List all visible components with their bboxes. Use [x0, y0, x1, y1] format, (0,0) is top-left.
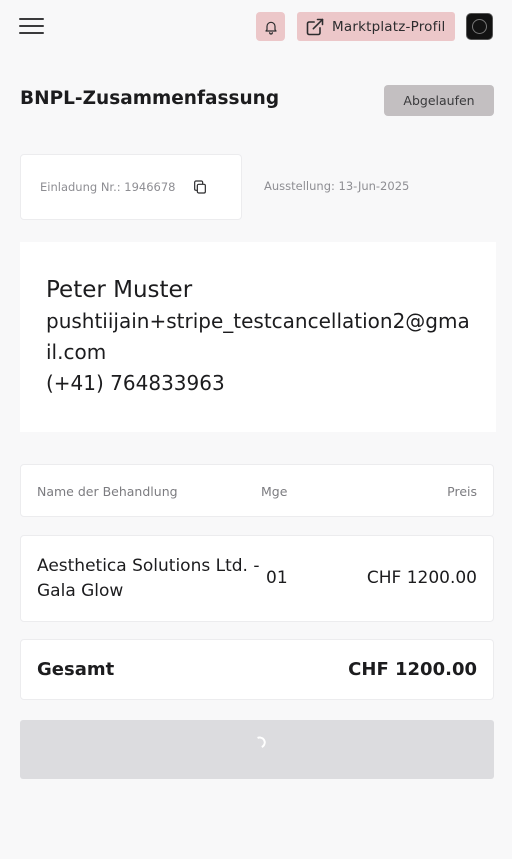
external-link-icon	[306, 18, 324, 35]
customer-name: Peter Muster	[46, 277, 193, 303]
treatment-price: CHF 1200.00	[366, 568, 477, 588]
table-row: Aesthetica Solutions Ltd. - Gala Glow 01…	[20, 535, 494, 622]
avatar[interactable]	[466, 13, 493, 40]
notifications-button[interactable]	[256, 12, 285, 41]
invitation-number: Einladung Nr.: 1946678	[40, 180, 176, 194]
total-row: Gesamt CHF 1200.00	[20, 639, 494, 700]
column-header-qty: Mge	[261, 484, 288, 499]
loading-button[interactable]	[20, 720, 494, 779]
page-title: BNPL-Zusammenfassung	[20, 88, 280, 109]
invitation-card: Einladung Nr.: 1946678	[20, 154, 242, 220]
status-badge[interactable]: Abgelaufen	[384, 85, 494, 116]
bell-icon	[264, 21, 277, 35]
total-value: CHF 1200.00	[348, 659, 477, 680]
table-header: Name der Behandlung Mge Preis	[20, 464, 494, 517]
column-header-price: Preis	[447, 484, 477, 499]
issue-date: Ausstellung: 13-Jun-2025	[264, 179, 410, 193]
top-bar: Marktplatz-Profil	[0, 0, 512, 56]
copy-icon[interactable]	[192, 179, 208, 195]
avatar-logo	[472, 19, 487, 34]
marketplace-profile-button[interactable]: Marktplatz-Profil	[297, 12, 455, 41]
total-label: Gesamt	[37, 659, 115, 680]
loading-spinner-icon	[252, 734, 268, 750]
column-header-name: Name der Behandlung	[37, 484, 178, 499]
treatment-name: Aesthetica Solutions Ltd. - Gala Glow	[37, 556, 260, 601]
treatment-qty: 01	[266, 568, 288, 588]
customer-card: Peter Muster pushtiijain+stripe_testcanc…	[20, 242, 496, 432]
marketplace-profile-label: Marktplatz-Profil	[332, 18, 446, 35]
hamburger-menu-icon[interactable]	[19, 16, 44, 36]
customer-phone: (+41) 764833963	[46, 371, 225, 395]
customer-email: pushtiijain+stripe_testcancellation2@gma…	[46, 309, 470, 364]
